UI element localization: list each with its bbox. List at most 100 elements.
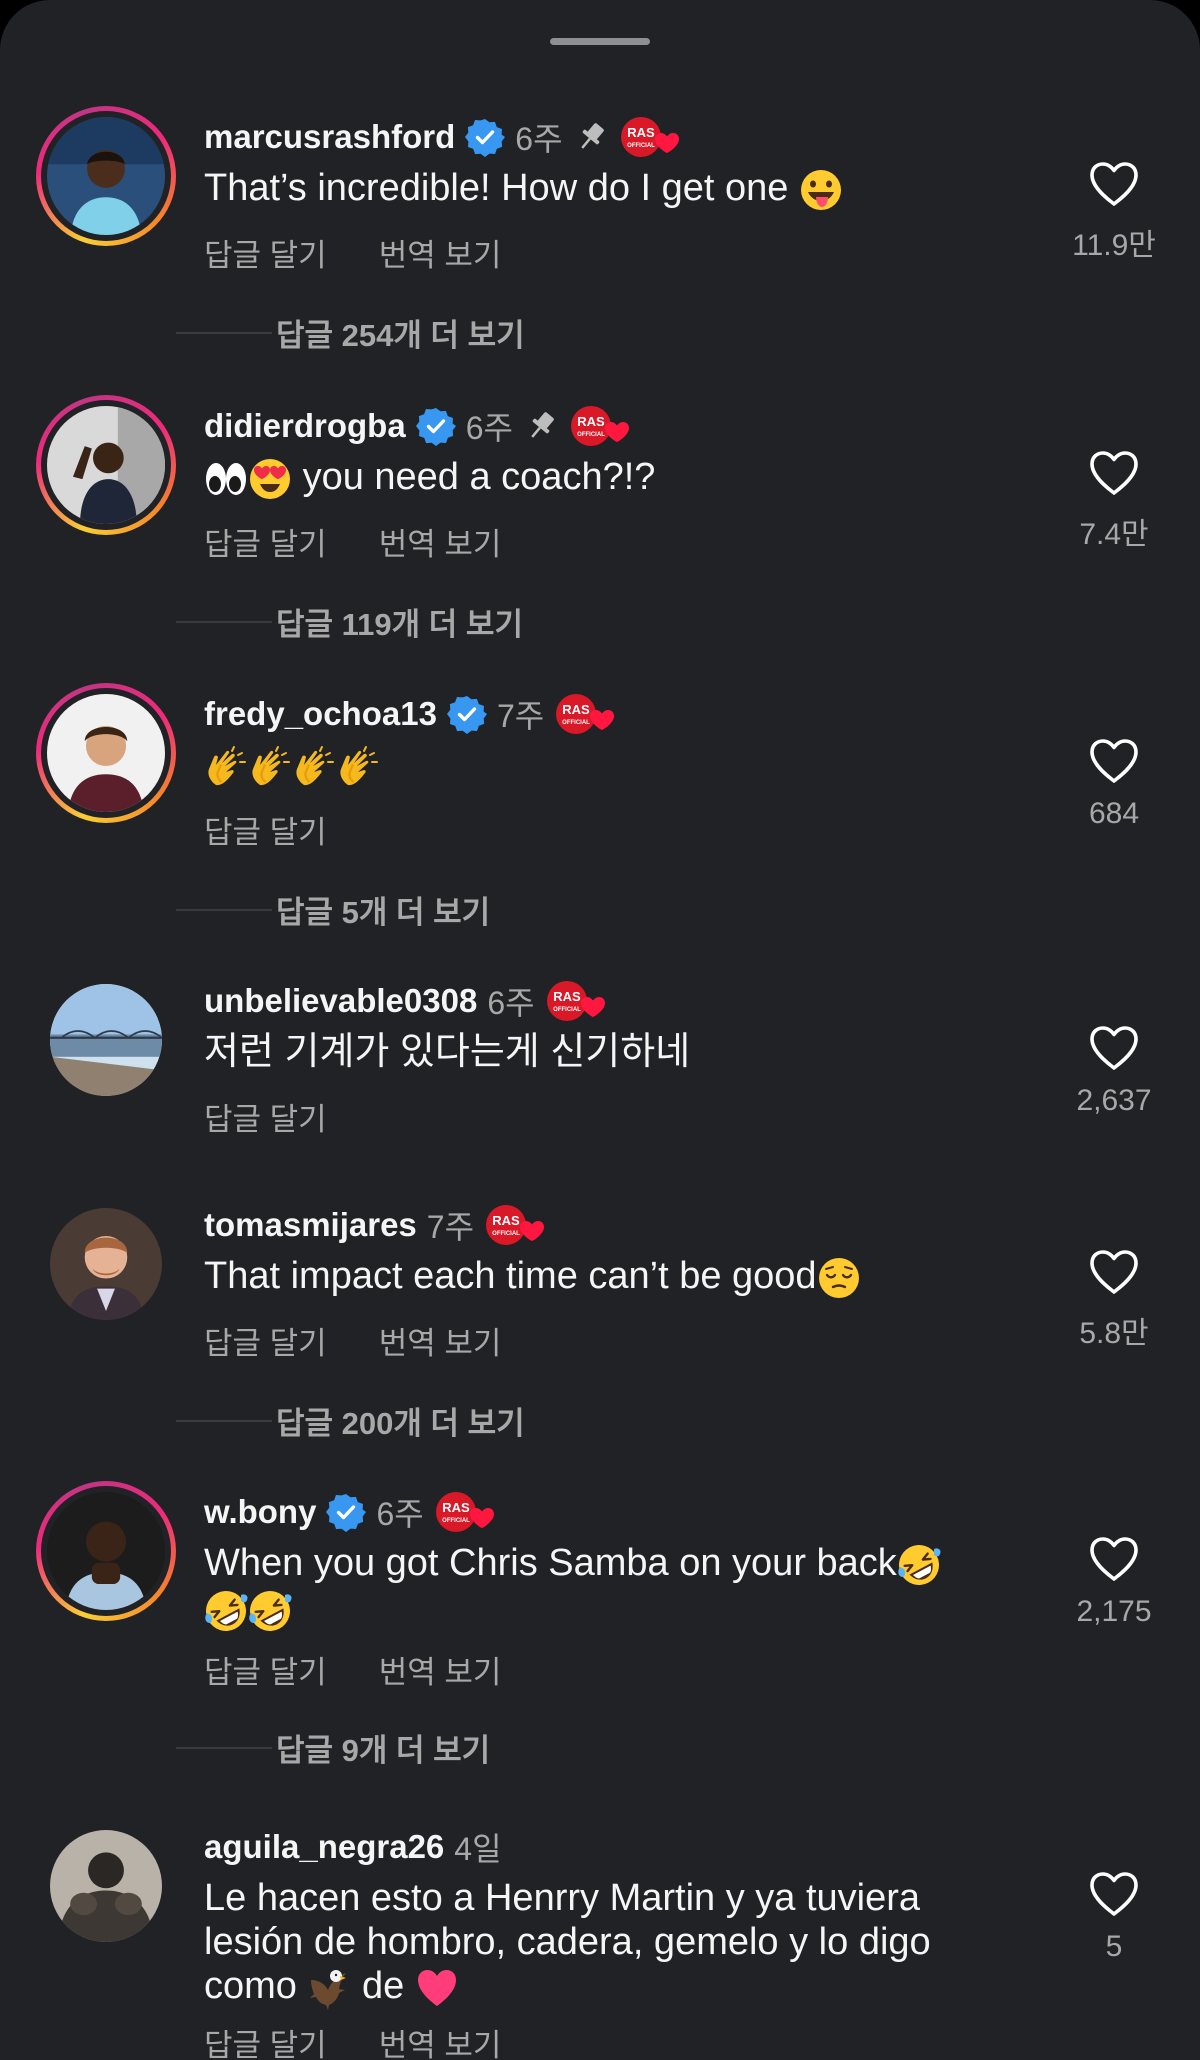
replies-divider [176, 1419, 272, 1422]
like-control: 2,175 [1064, 1535, 1164, 1629]
creator-liked-heart-icon [619, 115, 683, 159]
heart-icon[interactable] [1088, 449, 1140, 497]
see-translation-button[interactable]: 번역 보기 [379, 1318, 502, 1363]
creator-liked-heart-icon [545, 979, 609, 1023]
comment-header: fredy_ochoa13 7주 [204, 691, 618, 737]
pin-icon [523, 408, 559, 444]
avatar [50, 984, 162, 1096]
heart-eyes-emoji-icon [248, 457, 292, 501]
comment-text-fragment: como [204, 1965, 308, 2007]
timestamp: 7주 [426, 1209, 475, 1245]
comment-text-line: lesión de hombro, cadera, gemelo y lo di… [204, 1921, 931, 1963]
like-control: 7.4만 [1064, 449, 1164, 553]
avatar-container[interactable] [36, 1816, 176, 1956]
comment-text: 저런 기계가 있다는게 신기하네 [204, 1031, 691, 1073]
comment-actions: 답글 달기 [204, 1094, 327, 1139]
view-more-replies-button[interactable]: 답글 5개 더 보기 [176, 887, 490, 932]
comment-text: you need a coach?!? [204, 455, 1004, 501]
comment-header: aguila_negra26 4일 [204, 1824, 502, 1870]
avatar [50, 1830, 162, 1942]
comment-text-content: That impact each time can’t be good [204, 1255, 817, 1297]
comment-header: tomasmijares 7주 [204, 1202, 548, 1248]
timestamp: 6주 [376, 1496, 424, 1532]
view-more-replies-button[interactable]: 답글 9개 더 보기 [176, 1725, 491, 1770]
view-more-replies-label: 답글 200개 더 보기 [276, 1406, 525, 1441]
see-translation-button[interactable]: 번역 보기 [379, 519, 502, 564]
comment-header: marcusrashford 6주 [204, 114, 683, 160]
replies-divider [176, 331, 272, 334]
heart-icon[interactable] [1088, 1870, 1140, 1918]
avatar-story-ring[interactable] [36, 683, 176, 823]
heart-icon[interactable] [1088, 737, 1140, 785]
username[interactable]: w.bony [204, 1493, 316, 1531]
verified-icon [416, 406, 456, 446]
comment-text-fragment: de [351, 1965, 415, 2007]
avatar [47, 117, 165, 235]
eyes-emoji-icon [204, 457, 248, 501]
comment-text: That impact each time can’t be good [204, 1254, 1004, 1300]
reply-button[interactable]: 답글 달기 [204, 230, 327, 275]
heart-icon[interactable] [1088, 1024, 1140, 1072]
comment-text-line: Le hacen esto a Henrry Martin y ya tuvie… [204, 1877, 921, 1919]
comment-text-content: That’s incredible! How do I get one [204, 167, 799, 209]
see-translation-button[interactable]: 번역 보기 [379, 2020, 502, 2060]
username[interactable]: marcusrashford [204, 118, 455, 156]
see-translation-button[interactable]: 번역 보기 [379, 230, 502, 275]
like-count: 7.4만 [1079, 518, 1149, 551]
pin-icon [573, 119, 609, 155]
username[interactable]: tomasmijares [204, 1206, 417, 1244]
comment-text-line: como de [204, 1964, 1004, 2010]
comment-header: w.bony 6주 [204, 1489, 498, 1535]
like-control: 2,637 [1064, 1024, 1164, 1118]
reply-button[interactable]: 답글 달기 [204, 1647, 327, 1692]
drag-handle[interactable] [550, 38, 650, 45]
rofl-emoji-icon [204, 1589, 248, 1633]
view-more-replies-button[interactable]: 답글 200개 더 보기 [176, 1398, 525, 1443]
username[interactable]: didierdrogba [204, 407, 406, 445]
view-more-replies-label: 답글 9개 더 보기 [276, 1733, 491, 1768]
view-more-replies-label: 답글 254개 더 보기 [276, 318, 525, 353]
clapping-hands-emoji-icon [292, 745, 336, 789]
reply-button[interactable]: 답글 달기 [204, 1318, 327, 1363]
creator-liked-heart-icon [434, 1490, 498, 1534]
creator-liked-heart-icon [554, 692, 618, 736]
view-more-replies-button[interactable]: 답글 254개 더 보기 [176, 310, 525, 355]
username[interactable]: unbelievable0308 [204, 982, 477, 1020]
like-count: 684 [1088, 797, 1140, 830]
avatar-story-ring[interactable] [36, 106, 176, 246]
heart-icon[interactable] [1088, 1248, 1140, 1296]
clapping-hands-emoji-icon [248, 745, 292, 789]
like-control: 11.9만 [1064, 160, 1164, 264]
comment-actions: 답글 달기 번역 보기 [204, 1647, 501, 1692]
avatar [47, 406, 165, 524]
heart-icon[interactable] [1088, 160, 1140, 208]
eagle-emoji-icon [307, 1966, 351, 2010]
username[interactable]: aguila_negra26 [204, 1828, 444, 1866]
avatar-story-ring[interactable] [36, 395, 176, 535]
timestamp: 7주 [496, 698, 545, 734]
avatar [50, 1208, 162, 1320]
avatar-container[interactable] [36, 970, 176, 1110]
view-more-replies-button[interactable]: 답글 119개 더 보기 [176, 599, 523, 644]
like-control: 5.8만 [1064, 1248, 1164, 1352]
comment-actions: 답글 달기 번역 보기 [204, 1318, 501, 1363]
comment-text: When you got Chris Samba on your back [204, 1541, 1004, 1633]
avatar-story-ring[interactable] [36, 1481, 176, 1621]
like-count: 2,175 [1076, 1595, 1152, 1628]
comment-text: Le hacen esto a Henrry Martin y ya tuvie… [204, 1876, 1004, 2010]
like-count: 2,637 [1076, 1084, 1152, 1117]
reply-button[interactable]: 답글 달기 [204, 2020, 327, 2060]
comments-sheet: RAS OFFICIAL [0, 0, 1200, 2060]
username[interactable]: fredy_ochoa13 [204, 695, 437, 733]
heart-icon[interactable] [1088, 1535, 1140, 1583]
see-translation-button[interactable]: 번역 보기 [379, 1647, 502, 1692]
reply-button[interactable]: 답글 달기 [204, 1094, 327, 1139]
pink-heart-emoji-icon [415, 1966, 459, 2010]
relieved-face-emoji-icon [817, 1256, 861, 1300]
reply-button[interactable]: 답글 달기 [204, 807, 327, 852]
avatar-container[interactable] [36, 1194, 176, 1334]
like-count: 11.9만 [1072, 229, 1156, 262]
timestamp: 6주 [465, 410, 513, 446]
reply-button[interactable]: 답글 달기 [204, 519, 327, 564]
comment-actions: 답글 달기 번역 보기 [204, 2020, 501, 2060]
